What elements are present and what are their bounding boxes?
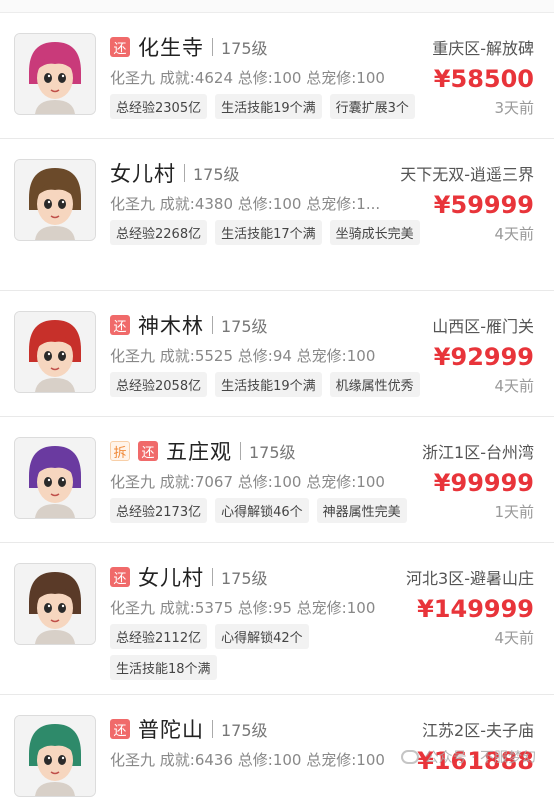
server-name: 天下无双-逍遥三界: [400, 161, 534, 185]
tag-list: 总经验2173亿心得解锁46个神器属性完美: [110, 498, 430, 529]
divider: [212, 38, 213, 56]
stats-text: 化圣九 成就:4380 总修:100 总宠修:1...: [110, 193, 395, 214]
listing-item[interactable]: 还女儿村 175级 河北3区-避暑山庄化圣九 成就:5375 总修:95 总宠修:1…: [0, 543, 554, 695]
school-name: 普陀山: [138, 714, 204, 744]
level-label: 175级: [193, 161, 240, 185]
price: ¥92999: [434, 343, 534, 371]
tag: 坐骑成长完美: [330, 220, 420, 245]
posted-time: 1天前: [494, 501, 534, 522]
divider: [184, 164, 185, 182]
posted-time: 4天前: [494, 223, 534, 244]
posted-time: 3天前: [494, 97, 534, 118]
school-name: 化生寺: [138, 32, 204, 62]
school-name: 神木林: [138, 310, 204, 340]
wechat-icon: [401, 750, 419, 764]
tag: 神器属性完美: [317, 498, 407, 523]
server-name: 重庆区-解放碑: [432, 35, 534, 59]
listing-item[interactable]: 女儿村 175级 天下无双-逍遥三界化圣九 成就:4380 总修:100 总宠修:1…: [0, 139, 554, 291]
stats-text: 化圣九 成就:7067 总修:100 总宠修:100: [110, 471, 395, 492]
server-name: 浙江1区-台州湾: [422, 439, 534, 463]
school-name: 女儿村: [110, 158, 176, 188]
chai-badge: 拆: [110, 441, 130, 461]
tag-list: 总经验2112亿心得解锁42个生活技能18个满: [110, 624, 430, 686]
listing-list: 还化生寺175级重庆区-解放碑化圣九 成就:4624 总修:100 总宠修:10…: [0, 13, 554, 785]
posted-time: 4天前: [494, 627, 534, 648]
huan-badge: 还: [110, 37, 130, 57]
tag: 总经验2058亿: [110, 372, 207, 397]
level-label: 175级: [221, 35, 268, 59]
tag: 生活技能18个满: [110, 655, 217, 680]
tag: 生活技能19个满: [215, 94, 322, 119]
character-avatar: [14, 563, 96, 645]
price: ¥99999: [434, 469, 534, 497]
listing-item[interactable]: 还化生寺 175级 重庆区-解放碑化圣九 成就:4624 总修:100 总宠修:10…: [0, 13, 554, 139]
posted-time: 4天前: [494, 375, 534, 396]
tag: 生活技能17个满: [215, 220, 322, 245]
character-avatar: [14, 159, 96, 241]
watermark-text: 公众号 · 不服梦幻: [425, 747, 536, 767]
price: ¥59999: [434, 191, 534, 219]
divider: [212, 568, 213, 586]
tag: 总经验2173亿: [110, 498, 207, 523]
level-label: 175级: [221, 717, 268, 741]
huan-badge: 还: [110, 719, 130, 739]
server-name: 山西区-雁门关: [432, 313, 534, 337]
character-avatar: [14, 715, 96, 797]
tag-list: 总经验2058亿生活技能19个满机缘属性优秀: [110, 372, 430, 403]
divider: [212, 316, 213, 334]
tag: 总经验2112亿: [110, 624, 207, 649]
stats-text: 化圣九 成就:6436 总修:100 总宠修:100: [110, 749, 395, 770]
tag: 行囊扩展3个: [330, 94, 415, 119]
huan-badge: 还: [110, 567, 130, 587]
tag-list: 总经验2305亿生活技能19个满行囊扩展3个: [110, 94, 430, 125]
divider: [212, 720, 213, 738]
listing-item[interactable]: 还神木林 175级 山西区-雁门关化圣九 成就:5525 总修:94 总宠修:100…: [0, 291, 554, 417]
level-label: 175级: [249, 439, 296, 463]
price: ¥149999: [417, 595, 534, 623]
stats-text: 化圣九 成就:5375 总修:95 总宠修:100: [110, 597, 395, 618]
top-divider: [0, 0, 554, 13]
school-name: 五庄观: [166, 436, 232, 466]
huan-badge: 还: [110, 315, 130, 335]
server-name: 江苏2区-夫子庙: [422, 717, 534, 741]
tag: 生活技能19个满: [215, 372, 322, 397]
level-label: 175级: [221, 565, 268, 589]
tag: 心得解锁46个: [215, 498, 309, 523]
tag: 总经验2305亿: [110, 94, 207, 119]
divider: [240, 442, 241, 460]
tag-list: 总经验2268亿生活技能17个满坐骑成长完美: [110, 220, 430, 251]
tag: 机缘属性优秀: [330, 372, 420, 397]
character-avatar: [14, 311, 96, 393]
stats-text: 化圣九 成就:4624 总修:100 总宠修:100: [110, 67, 395, 88]
server-name: 河北3区-避暑山庄: [406, 565, 534, 589]
watermark: 公众号 · 不服梦幻: [401, 747, 536, 767]
character-avatar: [14, 437, 96, 519]
listing-item[interactable]: 还普陀山 175级 江苏2区-夫子庙化圣九 成就:6436 总修:100 总宠修:1…: [0, 695, 554, 785]
character-avatar: [14, 33, 96, 115]
price: ¥58500: [434, 65, 534, 93]
huan-badge: 还: [138, 441, 158, 461]
school-name: 女儿村: [138, 562, 204, 592]
stats-text: 化圣九 成就:5525 总修:94 总宠修:100: [110, 345, 395, 366]
level-label: 175级: [221, 313, 268, 337]
tag: 总经验2268亿: [110, 220, 207, 245]
tag: 心得解锁42个: [215, 624, 309, 649]
listing-item[interactable]: 拆还五庄观 175级 浙江1区-台州湾化圣九 成就:7067 总修:100 总宠修:…: [0, 417, 554, 543]
